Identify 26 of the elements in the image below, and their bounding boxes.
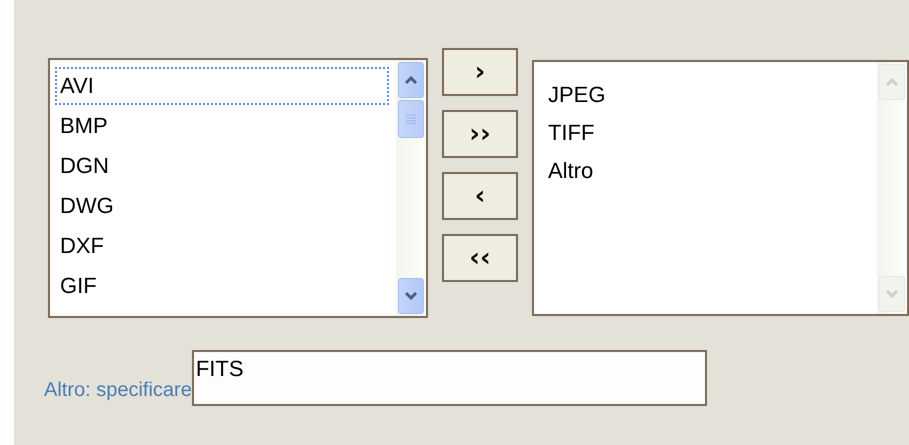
scroll-down-button[interactable] — [398, 278, 424, 314]
list-item[interactable]: DGN — [54, 146, 115, 186]
list-item[interactable]: JPEG — [542, 76, 612, 114]
move-button[interactable]: ‹‹ — [442, 234, 518, 282]
scroll-up-icon — [404, 75, 418, 85]
list-box[interactable]: AVI BMP DGN DWG DXF GIF — [48, 58, 428, 318]
field-label: Altro: specificare — [44, 379, 192, 403]
scrollbar[interactable] — [396, 60, 426, 316]
list-item[interactable]: DWG — [54, 186, 120, 226]
move-button[interactable]: ›› — [442, 110, 518, 158]
scroll-up-icon — [885, 77, 899, 87]
scroll-down-icon — [404, 291, 418, 301]
list-item[interactable]: DXF — [54, 226, 110, 266]
input-field[interactable]: FITS — [192, 350, 707, 406]
grip-icon — [406, 114, 416, 124]
move-button[interactable]: › — [442, 48, 518, 96]
scroll-down-icon — [885, 289, 899, 299]
move-button[interactable]: ‹ — [442, 172, 518, 220]
list-item[interactable]: BMP — [54, 106, 114, 146]
list-item[interactable]: TIFF — [542, 114, 600, 152]
list-box[interactable]: JPEG TIFF Altro — [532, 60, 909, 316]
scroll-up-button[interactable] — [398, 62, 424, 98]
list-item[interactable]: GIF — [54, 266, 103, 306]
list-item[interactable]: Altro — [542, 152, 600, 190]
scroll-thumb[interactable] — [398, 100, 424, 138]
list-item[interactable]: AVI — [54, 66, 390, 106]
